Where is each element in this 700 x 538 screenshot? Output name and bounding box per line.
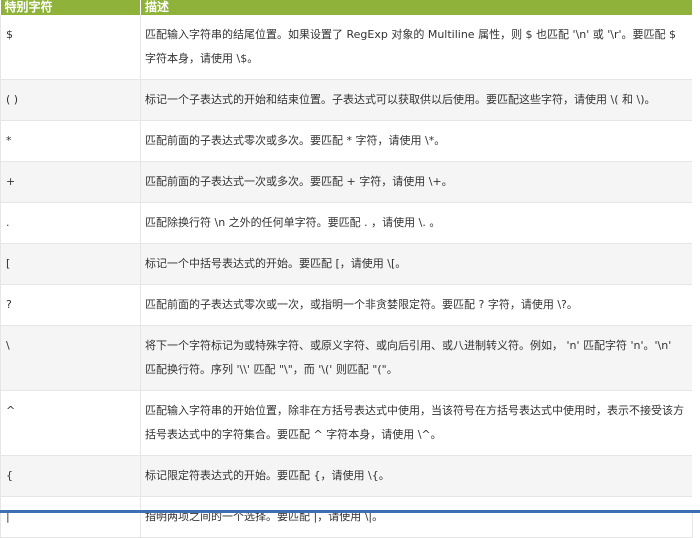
table-row: \ 将下一个字符标记为或特殊字符、或原义字符、或向后引用、或八进制转义符。例如， … [0,325,693,391]
special-char-cell: | [0,496,141,538]
right-edge [692,0,700,513]
header-special-char: 特别字符 [0,0,141,15]
table-row: ( ) 标记一个子表达式的开始和结束位置。子表达式可以获取供以后使用。要匹配这些字… [0,79,693,121]
description-cell: 将下一个字符标记为或特殊字符、或原义字符、或向后引用、或八进制转义符。例如， '… [140,325,693,391]
description-cell: 标记限定符表达式的开始。要匹配 {，请使用 \{。 [140,455,693,497]
special-char-cell: { [0,455,141,497]
table-row: | 指明两项之间的一个选择。要匹配 |，请使用 \|。 [0,496,693,538]
special-char-cell: \ [0,325,141,391]
table-row: * 匹配前面的子表达式零次或多次。要匹配 * 字符，请使用 \*。 [0,120,693,162]
table-body: $ 匹配输入字符串的结尾位置。如果设置了 RegExp 对象的 Multiline… [0,15,693,538]
special-char-cell: . [0,202,141,244]
table-row: {标记限定符表达式的开始。要匹配 {，请使用 \{。 [0,455,693,497]
special-chars-table: 特别字符 描述 $ 匹配输入字符串的结尾位置。如果设置了 RegExp 对象的 M… [0,0,693,538]
header-description: 描述 [140,0,693,15]
description-cell: 匹配除换行符 \n 之外的任何单字符。要匹配 . ，请使用 \. 。 [140,202,693,244]
description-cell: 匹配前面的子表达式一次或多次。要匹配 + 字符，请使用 \+。 [140,161,693,203]
special-char-cell: ( ) [0,79,141,121]
special-char-cell: ^ [0,390,141,456]
description-cell: 标记一个子表达式的开始和结束位置。子表达式可以获取供以后使用。要匹配这些字符，请… [140,79,693,121]
table-row: $ 匹配输入字符串的结尾位置。如果设置了 RegExp 对象的 Multiline… [0,15,693,80]
special-char-cell: [ [0,243,141,285]
description-cell: 指明两项之间的一个选择。要匹配 |，请使用 \|。 [140,496,693,538]
table-row: ? 匹配前面的子表达式零次或一次，或指明一个非贪婪限定符。要匹配 ? 字符，请使用… [0,284,693,326]
special-chars-table-wrapper: 特别字符 描述 $ 匹配输入字符串的结尾位置。如果设置了 RegExp 对象的 M… [0,0,693,538]
description-cell: 匹配输入字符串的结尾位置。如果设置了 RegExp 对象的 Multiline … [140,15,693,80]
table-row: + 匹配前面的子表达式一次或多次。要匹配 + 字符，请使用 \+。 [0,161,693,203]
description-cell: 匹配前面的子表达式零次或一次，或指明一个非贪婪限定符。要匹配 ? 字符，请使用 … [140,284,693,326]
table-row: [标记一个中括号表达式的开始。要匹配 [，请使用 \[。 [0,243,693,285]
table-header-row: 特别字符 描述 [0,0,693,15]
special-char-cell: * [0,120,141,162]
special-char-cell: + [0,161,141,203]
special-char-cell: ? [0,284,141,326]
table-row: . 匹配除换行符 \n 之外的任何单字符。要匹配 . ，请使用 \. 。 [0,202,693,244]
description-cell: 匹配前面的子表达式零次或多次。要匹配 * 字符，请使用 \*。 [140,120,693,162]
special-char-cell: $ [0,15,141,80]
table-row: ^ 匹配输入字符串的开始位置，除非在方括号表达式中使用，当该符号在方括号表达式中使… [0,390,693,456]
description-cell: 匹配输入字符串的开始位置，除非在方括号表达式中使用，当该符号在方括号表达式中使用… [140,390,693,456]
description-cell: 标记一个中括号表达式的开始。要匹配 [，请使用 \[。 [140,243,693,285]
